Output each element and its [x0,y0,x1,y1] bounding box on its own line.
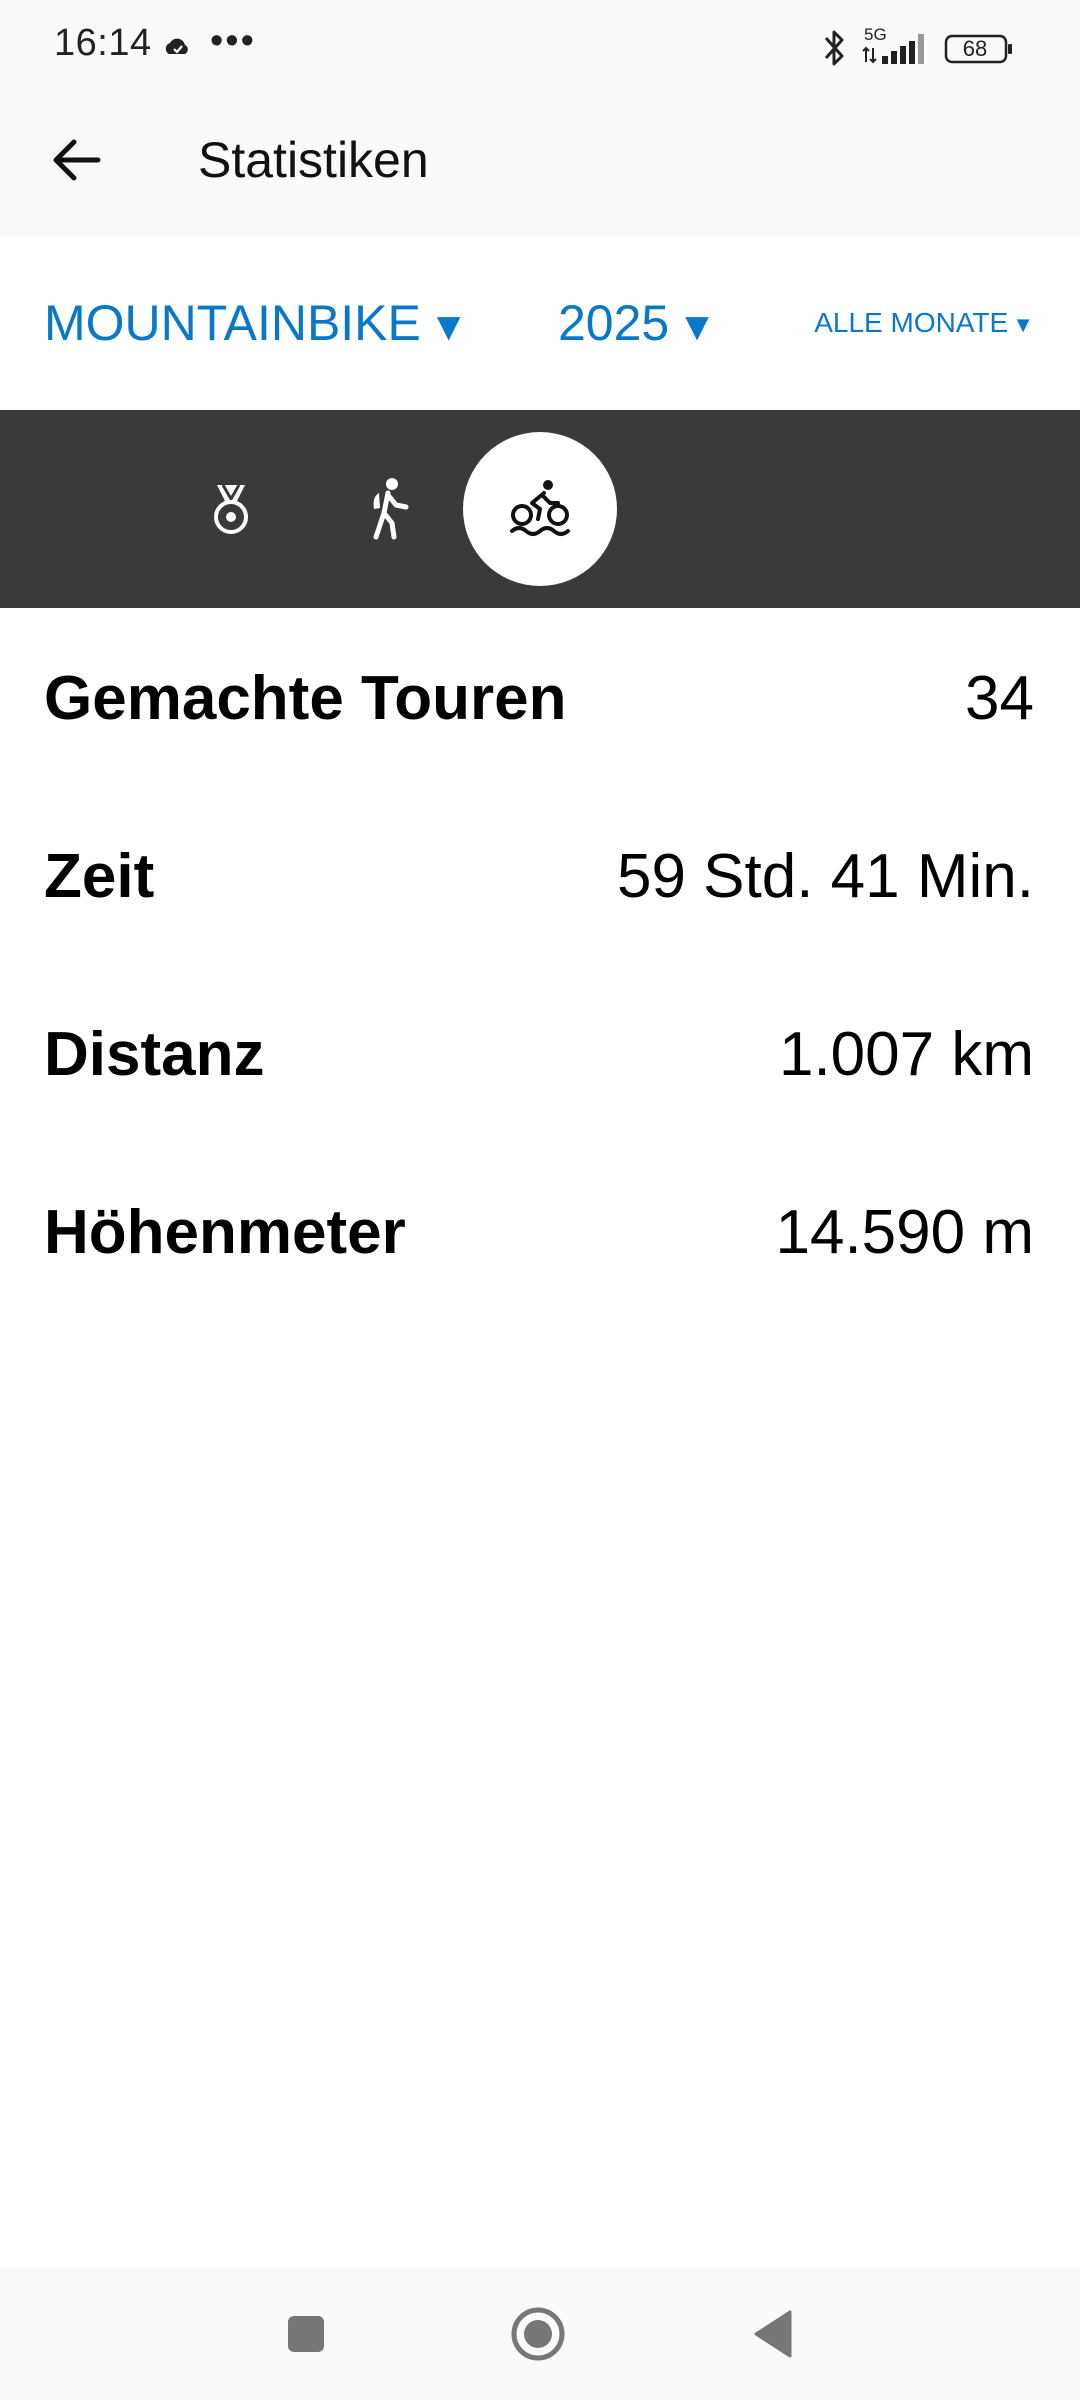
stat-label: Zeit [44,842,155,911]
cloud-icon [165,38,188,54]
stat-label: Distanz [44,1020,265,1089]
sport-filter-label: MOUNTAINBIKE [44,295,421,351]
stat-label: Höhenmeter [44,1198,406,1267]
stat-row-time: Zeit 59 Std. 41 Min. [0,786,1080,964]
signal-icon: 5G [862,25,924,64]
back-triangle-icon[interactable] [736,2296,812,2372]
bike-icon [510,480,570,536]
app-bar: Statistiken [0,96,1080,236]
bluetooth-icon [824,30,844,66]
activity-tab-bar [0,410,1080,608]
battery-level: 68 [962,36,988,61]
caret-down-icon: ▼ [677,305,717,349]
year-filter-dropdown[interactable]: 2025 ▼ [558,236,717,410]
network-type: 5G [864,25,887,44]
stat-row-elevation: Höhenmeter 14.590 m [0,1142,1080,1320]
system-nav-bar [0,2268,1080,2400]
sport-filter-dropdown[interactable]: MOUNTAINBIKE ▼ [44,236,468,410]
tab-achievements[interactable] [154,432,308,586]
more-dots-icon: ••• [210,20,256,62]
stat-label: Gemachte Touren [44,664,567,733]
stat-value: 34 [965,664,1034,733]
tab-hiking[interactable] [310,432,464,586]
caret-down-icon: ▼ [428,305,469,349]
tab-mountainbike[interactable] [463,432,617,586]
month-filter-label: ALLE MONATE [814,307,1009,338]
stat-value: 1.007 km [778,1020,1034,1089]
status-bar: 16:14 ••• 5G 68 [0,0,1080,96]
stat-value: 59 Std. 41 Min. [616,842,1034,911]
back-arrow-icon[interactable] [40,124,112,196]
stat-value: 14.590 m [775,1198,1034,1267]
caret-down-icon: ▼ [1012,312,1034,337]
hiker-icon [373,478,409,540]
statistics-screen: 16:14 ••• 5G 68 Statistiken MOUNTAINBIKE… [0,0,1080,2400]
home-circle-icon[interactable] [500,2296,576,2372]
stat-row-tours: Gemachte Touren 34 [0,608,1080,786]
year-filter-label: 2025 [558,295,670,351]
page-title: Statistiken [198,132,429,188]
filter-row: MOUNTAINBIKE ▼ 2025 ▼ ALLE MONATE ▼ [0,236,1080,410]
stats-list: Gemachte Touren 34 Zeit 59 Std. 41 Min. … [0,608,1080,1320]
medal-icon [214,484,248,534]
recents-square-icon[interactable] [268,2296,344,2372]
stat-row-distance: Distanz 1.007 km [0,964,1080,1142]
status-time: 16:14 [54,22,152,64]
month-filter-dropdown[interactable]: ALLE MONATE ▼ [814,236,1034,410]
